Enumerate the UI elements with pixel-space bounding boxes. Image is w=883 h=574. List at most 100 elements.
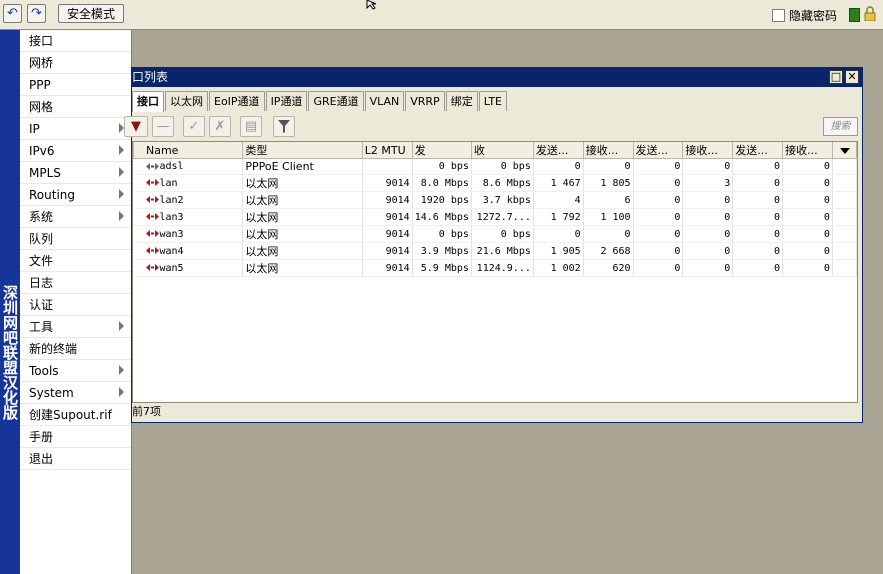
- table-row[interactable]: wan3 以太网 9014 0 bps 0 bps 0 0 0 0 0 0: [133, 225, 857, 243]
- column-header[interactable]: Name: [133, 142, 244, 159]
- tab[interactable]: 绑定: [445, 91, 478, 111]
- table-cell: 9014: [362, 225, 413, 243]
- submenu-arrow-icon: [119, 321, 124, 331]
- menu-item[interactable]: Routing: [20, 184, 131, 206]
- column-header[interactable]: 发送...: [632, 142, 684, 159]
- table-cell: 9014: [362, 208, 413, 226]
- filter-icon[interactable]: [273, 116, 295, 137]
- table-row[interactable]: wan4 以太网 9014 3.9 Mbps 21.6 Mbps 1 905 2 668 0 0…: [133, 242, 857, 260]
- table-cell: 0: [682, 158, 734, 175]
- remove-icon[interactable]: —: [152, 116, 174, 137]
- window-titlebar[interactable]: 口列表 □ ✕: [132, 68, 862, 87]
- table-cell: 9014: [362, 242, 413, 260]
- menu-item-label: IPv6: [29, 144, 55, 158]
- table-cell-empty: [832, 225, 857, 243]
- add-icon[interactable]: ▼: [124, 116, 148, 137]
- menu-item[interactable]: IP: [20, 118, 131, 140]
- table-cell: 0: [732, 208, 784, 226]
- enable-icon[interactable]: ✓: [183, 116, 205, 137]
- menu-item[interactable]: 新的终端: [20, 338, 131, 360]
- table-cell: 0: [782, 208, 833, 226]
- table-row[interactable]: lan3 以太网 9014 14.6 Mbps 1272.7... 1 792 1 100 0…: [133, 208, 857, 226]
- close-icon[interactable]: ✕: [845, 70, 859, 84]
- tab[interactable]: GRE通道: [308, 91, 364, 111]
- table-cell: 1 792: [533, 208, 584, 226]
- table-cell: 3.9 Mbps: [412, 242, 472, 260]
- redo-icon[interactable]: ↷: [27, 4, 46, 23]
- disable-icon[interactable]: ✗: [209, 116, 231, 137]
- menu-item[interactable]: Tools: [20, 360, 131, 382]
- menu-item[interactable]: PPP: [20, 74, 131, 96]
- table-cell: 0: [782, 191, 833, 209]
- comment-icon[interactable]: ▤: [240, 116, 262, 137]
- submenu-arrow-icon: [119, 145, 124, 155]
- table-row[interactable]: wan5 以太网 9014 5.9 Mbps 1124.9... 1 002 620 0 0 0 0: [133, 259, 857, 277]
- table-cell: 0 bps: [471, 225, 534, 243]
- hide-password-checkbox[interactable]: [772, 9, 785, 22]
- table-cell: 0: [732, 158, 784, 175]
- tab[interactable]: VRRP: [405, 91, 445, 111]
- submenu-arrow-icon: [119, 365, 124, 375]
- search-input[interactable]: 搜索: [823, 117, 858, 136]
- table-cell: 9014: [362, 191, 413, 209]
- menu-item[interactable]: MPLS: [20, 162, 131, 184]
- table-row[interactable]: lan 以太网 9014 8.0 Mbps 8.6 Mbps 1 467 1 805 0 3 0 0: [133, 174, 857, 192]
- menu-item[interactable]: 手册: [20, 426, 131, 448]
- tab[interactable]: 以太网: [165, 91, 208, 111]
- menu-item[interactable]: 创建Supout.rif: [20, 404, 131, 426]
- menu-item[interactable]: 工具: [20, 316, 131, 338]
- maximize-icon[interactable]: □: [829, 70, 843, 84]
- column-header[interactable]: L2 MTU: [361, 142, 413, 159]
- menu-item[interactable]: IPv6: [20, 140, 131, 162]
- interface-name: wan3: [159, 228, 184, 240]
- menu-item-label: Tools: [29, 364, 59, 378]
- menu-item[interactable]: 退出: [20, 448, 131, 470]
- column-header[interactable]: 接收...: [582, 142, 634, 159]
- tab[interactable]: IP通道: [265, 91, 308, 111]
- table-cell: 9014: [362, 259, 413, 277]
- tab[interactable]: LTE: [478, 91, 507, 111]
- column-header[interactable]: 发送...: [532, 142, 584, 159]
- menu-item[interactable]: 网桥: [20, 52, 131, 74]
- cell-name: wan4: [133, 242, 244, 260]
- interface-name: lan: [159, 177, 178, 189]
- submenu-arrow-icon: [119, 387, 124, 397]
- menu-item[interactable]: 接口: [20, 30, 131, 52]
- column-header[interactable]: 接收...: [782, 142, 833, 159]
- column-header[interactable]: 接收...: [682, 142, 734, 159]
- table-cell: 0: [782, 259, 833, 277]
- table-cell: 9014: [362, 174, 413, 192]
- table-cell: 0: [633, 242, 684, 260]
- table-cell: 0: [633, 158, 684, 175]
- menu-item[interactable]: 队列: [20, 228, 131, 250]
- menu-item[interactable]: 文件: [20, 250, 131, 272]
- menu-item[interactable]: 网格: [20, 96, 131, 118]
- tab[interactable]: VLAN: [364, 91, 405, 111]
- table-cell: 0: [682, 242, 734, 260]
- column-header[interactable]: 收: [470, 142, 534, 159]
- tab[interactable]: EoIP通道: [209, 91, 265, 111]
- column-header[interactable]: 发: [411, 142, 472, 159]
- undo-icon[interactable]: ↶: [3, 4, 22, 23]
- menu-item[interactable]: 系统: [20, 206, 131, 228]
- table-cell: 6: [583, 191, 634, 209]
- table-cell: 14.6 Mbps: [412, 208, 472, 226]
- column-header[interactable]: 发送...: [732, 142, 784, 159]
- table-cell: 0: [732, 225, 784, 243]
- table-cell: 0: [533, 225, 584, 243]
- interface-icon: [145, 212, 159, 221]
- table-row[interactable]: adsl PPPoE Client 0 bps 0 bps 0 0 0 0 0 0: [133, 158, 857, 175]
- column-header[interactable]: 类型: [242, 142, 363, 159]
- column-chooser-icon[interactable]: [831, 142, 857, 159]
- menu-item[interactable]: 认证: [20, 294, 131, 316]
- table-cell: 620: [583, 259, 634, 277]
- menu-item[interactable]: System: [20, 382, 131, 404]
- interface-icon: [145, 178, 159, 187]
- table-row[interactable]: lan2 以太网 9014 1920 bps 3.7 kbps 4 6 0 0 0 0: [133, 191, 857, 209]
- safe-mode-button[interactable]: 安全模式: [58, 4, 124, 23]
- menu-item[interactable]: 日志: [20, 272, 131, 294]
- interface-name: wan5: [159, 262, 184, 274]
- tab[interactable]: 接口: [132, 91, 164, 112]
- hide-password-toggle[interactable]: 隐藏密码: [772, 7, 837, 24]
- table-cell: 1920 bps: [412, 191, 472, 209]
